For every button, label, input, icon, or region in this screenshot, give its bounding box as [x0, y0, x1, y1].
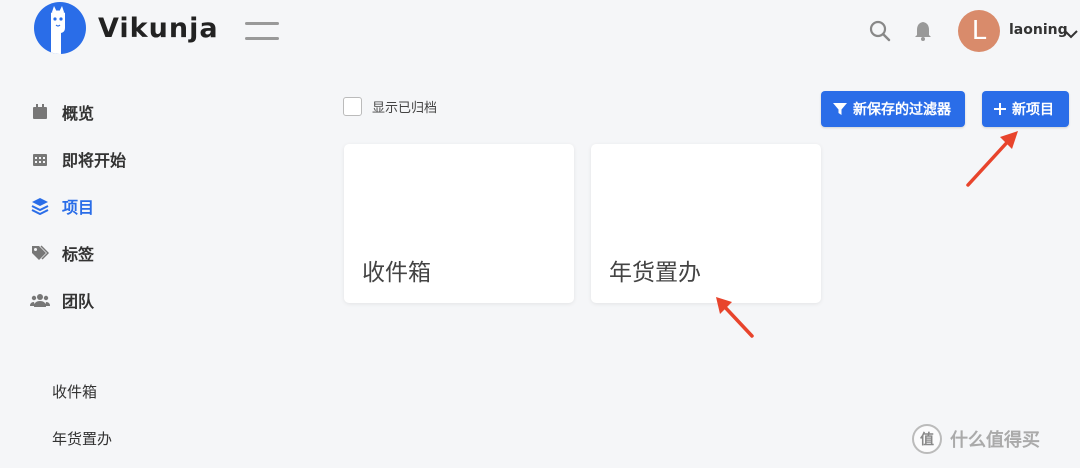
new-project-label: 新项目: [1012, 102, 1054, 118]
avatar[interactable]: L: [958, 10, 1000, 52]
llama-logo-icon: [34, 2, 86, 54]
watermark: 值 什么值得买: [912, 424, 1040, 454]
app-name: Vikunja: [98, 12, 219, 44]
annotation-arrow: [716, 297, 754, 338]
project-card-title: 收件箱: [362, 260, 431, 286]
app-logo[interactable]: Vikunja: [34, 2, 219, 54]
watermark-badge: 值: [912, 424, 942, 454]
new-project-button[interactable]: 新项目: [982, 91, 1069, 127]
search-icon[interactable]: [868, 19, 892, 43]
sidebar-project-list: 收件箱 年货置办: [52, 370, 112, 464]
menu-icon-bar: [245, 22, 279, 25]
show-archived-toggle[interactable]: 显示已归档: [343, 97, 437, 116]
menu-toggle-button[interactable]: [245, 22, 279, 40]
menu-icon-bar: [245, 37, 279, 40]
sidebar-project-new-year-shopping[interactable]: 年货置办: [52, 417, 112, 464]
sidebar-item-label: 即将开始: [62, 150, 127, 170]
show-archived-checkbox[interactable]: [343, 97, 362, 116]
bell-icon[interactable]: [911, 19, 935, 43]
filter-icon: [833, 102, 847, 116]
calendar-icon: [30, 102, 50, 122]
tags-icon: [30, 243, 50, 263]
annotation-arrow: [966, 131, 1018, 187]
layers-icon: [30, 196, 50, 216]
sidebar-nav: 概览 即将开始 项目 标签 团队: [30, 88, 270, 323]
project-card-inbox[interactable]: 收件箱: [344, 144, 574, 303]
sidebar-item-label: 标签: [62, 244, 95, 264]
calendar-grid-icon: [30, 149, 50, 169]
sidebar-item-overview[interactable]: 概览: [30, 88, 270, 135]
watermark-text: 什么值得买: [950, 430, 1040, 451]
project-card-new-year-shopping[interactable]: 年货置办: [591, 144, 821, 303]
project-card-title: 年货置办: [609, 260, 701, 286]
sidebar-project-inbox[interactable]: 收件箱: [52, 370, 112, 417]
sidebar-item-labels[interactable]: 标签: [30, 229, 270, 276]
username[interactable]: laoning: [1009, 22, 1068, 38]
show-archived-label: 显示已归档: [372, 101, 438, 116]
sidebar-item-upcoming[interactable]: 即将开始: [30, 135, 270, 182]
new-saved-filter-button[interactable]: 新保存的过滤器: [821, 91, 965, 127]
new-saved-filter-label: 新保存的过滤器: [853, 102, 951, 118]
sidebar-item-label: 概览: [62, 103, 95, 123]
users-icon: [30, 290, 50, 310]
plus-icon: [994, 103, 1006, 115]
sidebar-item-teams[interactable]: 团队: [30, 276, 270, 323]
sidebar-item-label: 项目: [62, 197, 95, 217]
sidebar-item-projects[interactable]: 项目: [30, 182, 270, 229]
chevron-down-icon[interactable]: [1064, 24, 1078, 43]
sidebar-item-label: 团队: [62, 291, 95, 311]
